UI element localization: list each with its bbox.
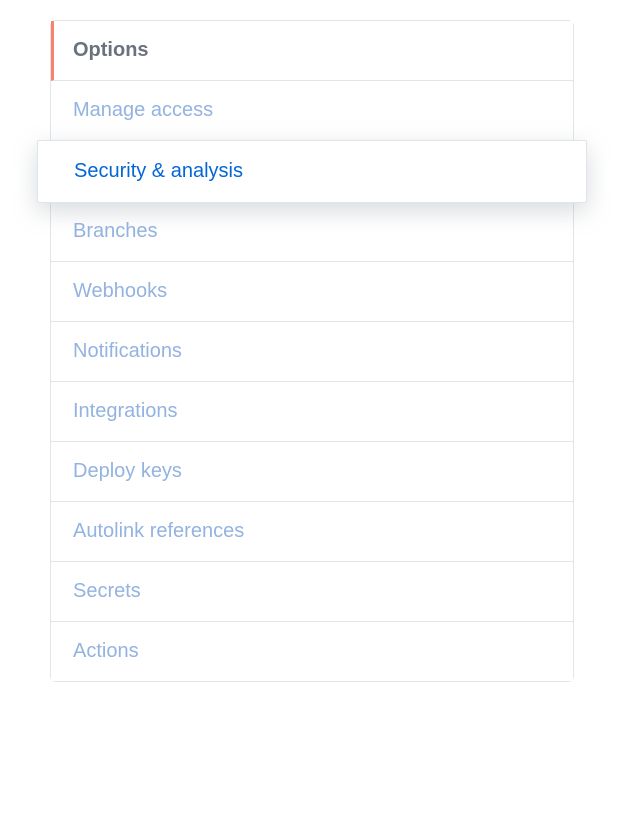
sidebar-item-branches[interactable]: Branches [51,202,573,262]
sidebar-item-label: Manage access [73,99,213,121]
sidebar-item-label: Branches [73,220,158,242]
sidebar-item-label: Webhooks [73,280,167,302]
sidebar-item-autolink-references[interactable]: Autolink references [51,502,573,562]
sidebar-item-security-analysis[interactable]: Security & analysis [37,140,587,203]
sidebar-item-notifications[interactable]: Notifications [51,322,573,382]
sidebar-item-label: Autolink references [73,520,244,542]
sidebar-item-label: Security & analysis [74,160,243,182]
sidebar-item-manage-access[interactable]: Manage access [51,81,573,141]
sidebar-item-label: Integrations [73,400,178,422]
sidebar-item-label: Deploy keys [73,460,182,482]
sidebar-header-label: Options [73,39,149,61]
sidebar-item-label: Actions [73,640,139,662]
sidebar-item-integrations[interactable]: Integrations [51,382,573,442]
settings-sidebar: Options Manage access Security & analysi… [50,20,574,682]
sidebar-item-actions[interactable]: Actions [51,622,573,681]
sidebar-item-secrets[interactable]: Secrets [51,562,573,622]
sidebar-item-label: Secrets [73,580,141,602]
sidebar-item-label: Notifications [73,340,182,362]
sidebar-item-deploy-keys[interactable]: Deploy keys [51,442,573,502]
sidebar-header-options[interactable]: Options [51,21,573,81]
sidebar-item-webhooks[interactable]: Webhooks [51,262,573,322]
